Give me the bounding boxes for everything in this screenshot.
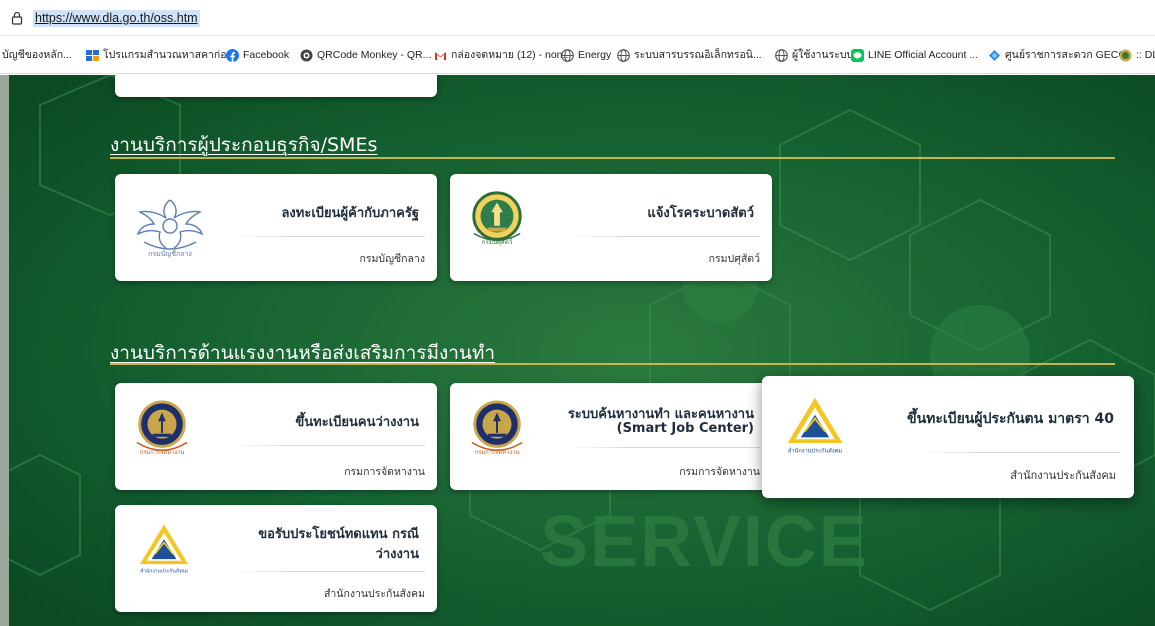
svg-text:สำนักงานประกันสังคม: สำนักงานประกันสังคม bbox=[788, 447, 843, 454]
service-agency: กรมการจัดหางาน bbox=[344, 466, 425, 478]
bookmark-item[interactable]: บัญชีของหลัก... bbox=[2, 46, 72, 64]
service-card[interactable]: กรมปศุสัตว์ แจ้งโรคระบาดสัตว์ กรมปศุสัตว… bbox=[450, 174, 772, 281]
service-card[interactable]: กรมการจัดหางาน ระบบค้นหางานทำ และคนหางาน… bbox=[450, 383, 772, 490]
card-divider bbox=[570, 236, 760, 237]
bookmark-label: Facebook bbox=[243, 49, 290, 61]
livestock-logo: กรมปศุสัตว์ bbox=[472, 191, 522, 246]
svg-text:กรมการจัดหางาน: กรมการจัดหางาน bbox=[475, 448, 520, 456]
svg-text:กรมบัญชีกลาง: กรมบัญชีกลาง bbox=[148, 250, 192, 258]
section-divider bbox=[110, 157, 1115, 159]
service-card[interactable]: กรมการจัดหางาน ขึ้นทะเบียนคนว่างงาน กรมก… bbox=[115, 383, 437, 490]
ms-icon bbox=[86, 49, 99, 61]
bookmark-label: :: DL bbox=[1136, 49, 1155, 61]
bookmark-item[interactable]: QRCode Monkey - QR... bbox=[300, 46, 431, 64]
employment-dept-logo: กรมการจัดหางาน bbox=[471, 400, 523, 456]
qr-icon bbox=[300, 49, 313, 61]
lock-icon bbox=[11, 11, 23, 25]
section-divider bbox=[110, 363, 1115, 365]
card-divider bbox=[235, 236, 425, 237]
bookmark-item[interactable]: Facebook bbox=[226, 46, 289, 64]
garuda-logo: กรมบัญชีกลาง bbox=[136, 199, 204, 258]
service-title-line2: ว่างงาน bbox=[375, 547, 419, 562]
bookmark-item[interactable]: ระบบสารบรรณอิเล็กทรอนิ... bbox=[617, 46, 762, 64]
service-agency: สำนักงานประกันสังคม bbox=[323, 588, 425, 600]
bookmark-item[interactable]: Energy bbox=[561, 46, 611, 64]
employment-dept-logo: กรมการจัดหางาน bbox=[136, 400, 188, 456]
bookmark-label: บัญชีของหลัก... bbox=[2, 49, 72, 61]
globe-icon bbox=[561, 48, 574, 62]
card-divider bbox=[922, 452, 1120, 453]
globe-icon bbox=[617, 48, 630, 62]
card-divider bbox=[570, 447, 760, 448]
service-agency: กรมปศุสัตว์ bbox=[708, 253, 760, 265]
facebook-icon bbox=[226, 48, 239, 62]
bookmark-label: ผู้ใช้งานระบบ bbox=[792, 49, 854, 61]
bookmark-item[interactable]: LINE Official Account ... bbox=[851, 46, 978, 64]
bookmark-label: LINE Official Account ... bbox=[868, 49, 979, 61]
bookmark-label: Energy bbox=[578, 49, 612, 61]
service-title-line1: ขอรับประโยชน์ทดแทน กรณี bbox=[258, 527, 419, 542]
service-agency: กรมการจัดหางาน bbox=[679, 466, 760, 478]
service-title: ขึ้นทะเบียนผู้ประกันตน มาตรา 40 bbox=[907, 411, 1114, 427]
svg-text:สำนักงานประกันสังคม: สำนักงานประกันสังคม bbox=[140, 568, 188, 574]
page-content: งานบริการผู้ประกอบธุรกิจ/SMEs กรมบัญชีกล… bbox=[0, 75, 1155, 626]
bookmark-label: กล่องจดหมาย (12) - non... bbox=[451, 49, 572, 61]
service-title: ขึ้นทะเบียนคนว่างงาน bbox=[295, 415, 419, 430]
section-title: งานบริการผู้ประกอบธุรกิจ/SMEs bbox=[110, 134, 378, 156]
bookmark-label: QRCode Monkey - QR... bbox=[317, 49, 432, 61]
globe-icon bbox=[775, 48, 788, 62]
bookmark-label: โปรแกรมสำนวณหาสคาก่อ... bbox=[103, 49, 236, 61]
bookmark-item[interactable]: :: DL bbox=[1119, 46, 1155, 64]
service-agency: สำนักงานประกันสังคม bbox=[1010, 469, 1116, 482]
service-card[interactable]: สำนักงานประกันสังคม ขึ้นทะเบียนผู้ประกัน… bbox=[762, 376, 1134, 498]
bookmark-item[interactable]: ผู้ใช้งานระบบ bbox=[775, 46, 853, 64]
service-watermark: SERVICE bbox=[540, 502, 869, 582]
svg-text:กรมปศุสัตว์: กรมปศุสัตว์ bbox=[482, 238, 513, 246]
url-text[interactable]: https://www.dla.go.th/oss.htm bbox=[33, 10, 200, 27]
bookmark-item[interactable]: ศูนย์ราชการสะดวก GECC bbox=[988, 46, 1126, 64]
gmail-icon bbox=[435, 51, 446, 60]
bookmark-item[interactable]: โปรแกรมสำนวณหาสคาก่อ... bbox=[86, 46, 235, 64]
service-agency: กรมบัญชีกลาง bbox=[359, 253, 425, 265]
line-icon bbox=[851, 48, 864, 62]
sso-logo: สำนักงานประกันสังคม bbox=[139, 524, 189, 574]
service-title: ลงทะเบียนผู้ค้ากับภาครัฐ bbox=[281, 206, 419, 221]
bookmarks-bar: บัญชีของหลัก... โปรแกรมสำนวณหาสคาก่อ... … bbox=[0, 36, 1155, 74]
bookmark-label: ศูนย์ราชการสะดวก GECC bbox=[1005, 49, 1126, 61]
svg-text:กรมการจัดหางาน: กรมการจัดหางาน bbox=[140, 448, 185, 456]
sso-logo: สำนักงานประกันสังคม bbox=[787, 397, 843, 454]
bookmark-label: ระบบสารบรรณอิเล็กทรอนิ... bbox=[634, 49, 762, 61]
partial-service-card[interactable] bbox=[115, 75, 437, 97]
card-divider bbox=[235, 571, 425, 572]
left-edge-strip bbox=[0, 75, 9, 626]
service-card[interactable]: กรมบัญชีกลาง ลงทะเบียนผู้ค้ากับภาครัฐ กร… bbox=[115, 174, 437, 281]
service-title: แจ้งโรคระบาดสัตว์ bbox=[647, 206, 754, 221]
address-bar[interactable]: https://www.dla.go.th/oss.htm bbox=[0, 0, 1155, 36]
service-title-line2: (Smart Job Center) bbox=[616, 421, 754, 436]
dla-icon bbox=[1119, 49, 1132, 61]
service-card[interactable]: สำนักงานประกันสังคม ขอรับประโยชน์ทดแทน ก… bbox=[115, 505, 437, 612]
bookmark-item[interactable]: กล่องจดหมาย (12) - non... bbox=[434, 46, 571, 64]
card-divider bbox=[235, 445, 425, 446]
gecc-icon bbox=[989, 49, 1000, 61]
